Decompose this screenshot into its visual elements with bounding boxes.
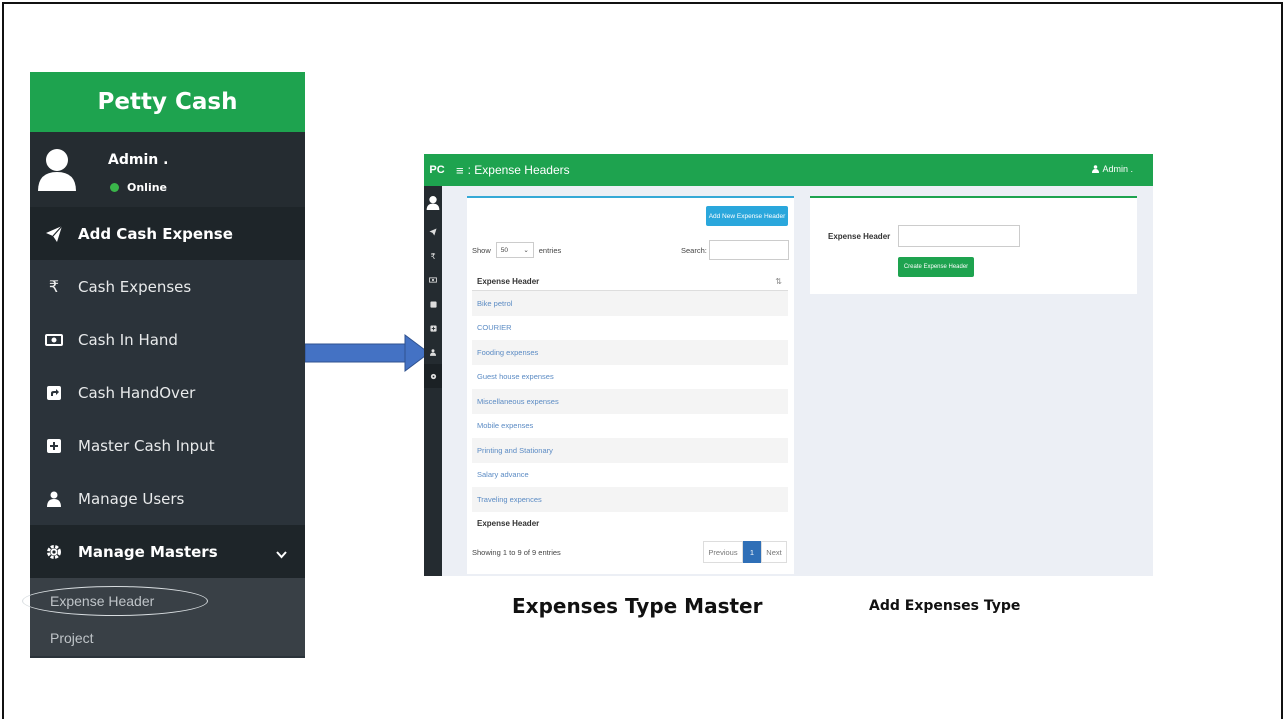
admin-label: Admin . [1102,164,1133,174]
search-input[interactable] [709,240,789,260]
table-row[interactable]: Guest house expenses [472,365,788,390]
user-icon[interactable] [424,340,442,364]
sidebar-subitem-project[interactable]: Project [30,619,305,656]
money-bill-icon[interactable] [424,268,442,292]
add-expense-header-form: Expense Header Create Expense Header [810,196,1137,294]
sidebar-item-label: Cash Expenses [78,277,192,296]
table-row[interactable]: Fooding expenses [472,340,788,365]
page-length-control: Show 50 ⌄ entries [472,242,561,258]
admin-menu[interactable]: Admin . [1092,164,1133,174]
paper-plane-icon[interactable] [424,220,442,244]
column-header-expense-header: Expense Header [477,276,540,286]
page-length-select[interactable]: 50 ⌄ [495,242,534,258]
sidebar-item-manage-users[interactable]: Manage Users [30,472,305,525]
rupee-icon: ₹ [48,277,60,296]
money-bill-icon [44,330,64,350]
sidebar: Petty Cash Admin . Online Add Cash Expen… [30,72,305,658]
sidebar-item-cash-handover[interactable]: Cash HandOver [30,366,305,419]
mini-sidebar: ₹ [424,186,442,576]
table-row[interactable]: COURIER [472,316,788,341]
add-expense-header-button[interactable]: Add New Expense Header [706,206,788,226]
table-row[interactable]: Printing and Stationary [472,438,788,463]
table-info: Showing 1 to 9 of 9 entries [472,548,561,557]
top-bar: PC ≡ : Expense Headers Admin . [424,154,1153,186]
pagination: Previous 1 Next [703,541,787,563]
sidebar-item-cash-expenses[interactable]: ₹ Cash Expenses [30,260,305,313]
table-row[interactable]: Miscellaneous expenses [472,389,788,414]
sidebar-item-master-cash-input[interactable]: Master Cash Input [30,419,305,472]
caption-expenses-type-master: Expenses Type Master [512,594,763,618]
table-row[interactable]: Salary advance [472,463,788,488]
expense-header-list-panel: Add New Expense Header Show 50 ⌄ entries… [467,196,794,574]
expense-header-field-label: Expense Header [828,232,891,241]
sort-icon: ⇅ [775,276,782,286]
chevron-down-icon [276,545,287,563]
user-status: Online [110,181,167,194]
sidebar-item-manage-masters[interactable]: Manage Masters [30,525,305,578]
sidebar-item-label: Manage Users [78,489,185,508]
table-body: Bike petrol COURIER Fooding expenses Gue… [472,291,788,512]
plus-square-icon [44,436,64,456]
pagination-previous[interactable]: Previous [703,541,743,563]
user-icon [1092,165,1100,173]
paper-plane-icon [44,224,64,244]
search-label: Search: [681,246,707,255]
share-square-icon [44,383,64,403]
table-header[interactable]: Expense Header ⇅ [472,272,788,291]
sidebar-item-label: Manage Masters [78,542,218,561]
plus-square-icon[interactable] [424,316,442,340]
gear-icon[interactable] [424,364,442,388]
user-name: Admin . [108,152,169,168]
sidebar-item-label: Master Cash Input [78,436,215,455]
page-title: : Expense Headers [467,163,570,177]
online-dot-icon [110,183,119,192]
share-square-icon[interactable] [424,292,442,316]
user-panel: Admin . Online [30,132,305,207]
sidebar-item-label: Add Cash Expense [78,224,233,243]
app-brand: PC [429,164,445,176]
pagination-page-1[interactable]: 1 [743,541,761,563]
expense-header-field[interactable] [898,225,1020,247]
sidebar-item-label: Cash HandOver [78,383,196,402]
hamburger-icon[interactable]: ≡ [456,163,464,178]
chevron-down-icon: ⌄ [523,247,529,254]
avatar [38,149,76,191]
app-screenshot: PC ≡ : Expense Headers Admin . ₹ Add New… [424,154,1153,576]
entries-label: entries [538,245,562,255]
create-expense-header-button[interactable]: Create Expense Header [898,257,974,277]
sidebar-subitem-expense-header[interactable]: Expense Header [30,582,305,619]
sidebar-submenu: Expense Header Project [30,578,305,656]
table-row[interactable]: Bike petrol [472,291,788,316]
sidebar-item-cash-in-hand[interactable]: Cash In Hand [30,313,305,366]
pagination-next[interactable]: Next [761,541,787,563]
show-label: Show [472,245,491,255]
table-footer: Expense Header [477,518,540,528]
user-status-label: Online [127,181,168,194]
sidebar-item-add-cash-expense[interactable]: Add Cash Expense [30,207,305,260]
table-row[interactable]: Mobile expenses [472,414,788,439]
sidebar-brand: Petty Cash [30,72,305,132]
gear-icon [44,542,64,562]
table-row[interactable]: Traveling expences [472,487,788,512]
page-length-value: 50 [500,246,508,254]
user-icon [44,489,64,509]
rupee-icon[interactable]: ₹ [424,244,442,268]
arrow-right-icon [305,334,430,372]
sidebar-item-label: Cash In Hand [78,330,178,349]
avatar [424,186,442,220]
caption-add-expenses-type: Add Expenses Type [869,598,1021,614]
